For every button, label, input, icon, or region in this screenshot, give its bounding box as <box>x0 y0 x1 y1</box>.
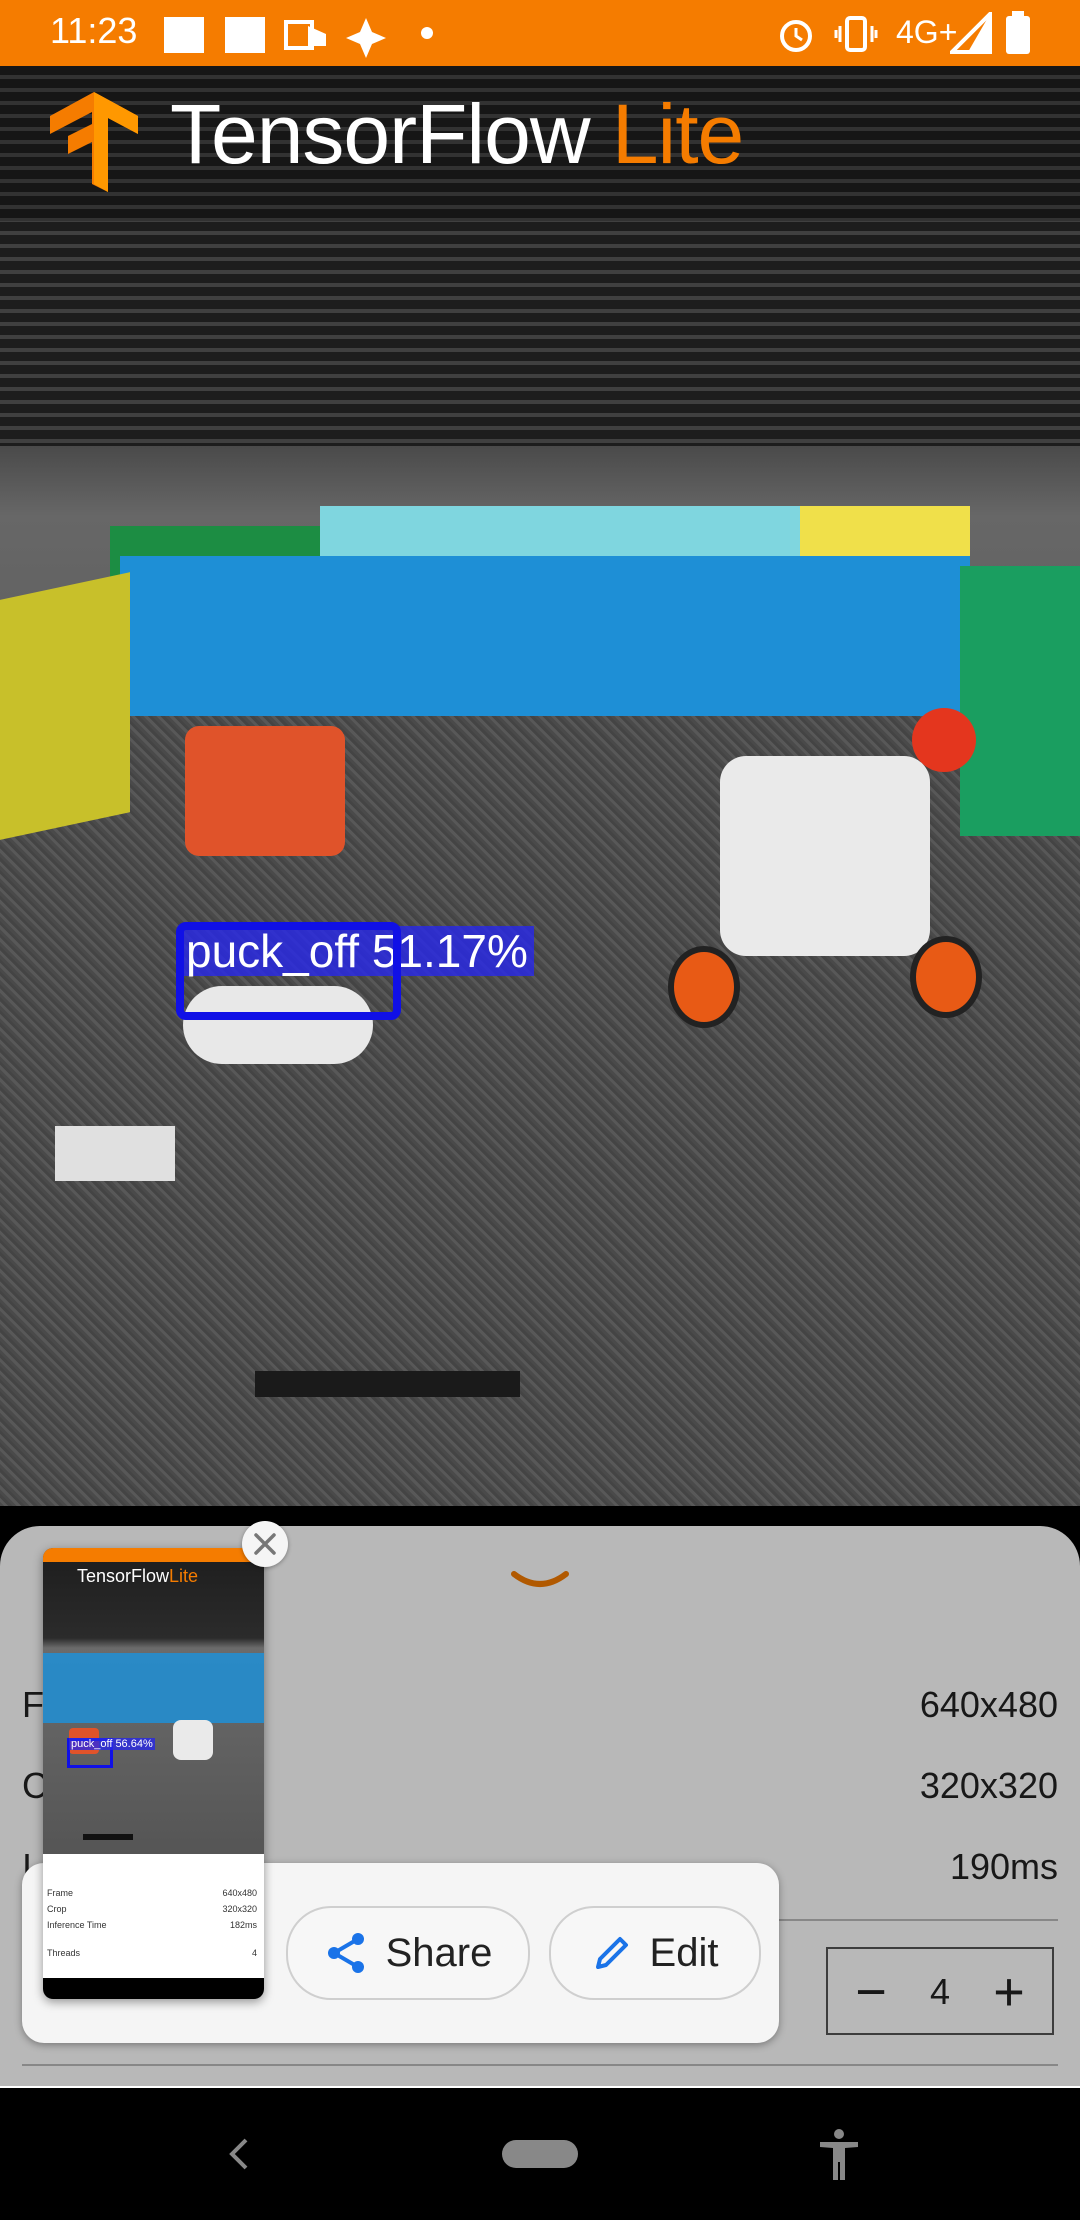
navigation-bar <box>0 2088 1080 2220</box>
share-button[interactable]: Share <box>286 1906 530 2000</box>
thumbnail-logo: TensorFlowLite <box>77 1566 198 1587</box>
status-time: 11:23 <box>50 10 138 51</box>
arena-wall <box>0 572 130 840</box>
screenshot-thumbnail[interactable]: TensorFlowLite puck_off 56.64% Frame 640x… <box>43 1548 264 1999</box>
thumbnail-logo-accent: Lite <box>169 1566 199 1586</box>
arena-wall <box>120 556 970 716</box>
arena-wall <box>960 566 1080 836</box>
thumbnail-status-bar <box>43 1548 264 1562</box>
close-icon <box>254 1533 276 1555</box>
dot-icon <box>421 27 433 39</box>
thumbnail-row-label: Threads <box>47 1948 81 1958</box>
thumbnail-row-value: 182ms <box>229 1920 257 1930</box>
edit-label: Edit <box>649 1930 719 1975</box>
thumbnail-logo-main: TensorFlow <box>77 1566 170 1586</box>
alarm-icon <box>780 20 812 52</box>
logo-accent-text: Lite <box>611 87 744 181</box>
home-pill-icon[interactable] <box>502 2140 578 2168</box>
status-bar: 11:23 4G+ <box>0 0 1080 66</box>
app-logo-text: TensorFlow Lite <box>170 86 744 183</box>
thumbnail-detection-label: puck_off 56.64% <box>69 1738 155 1750</box>
thumbnail-tape <box>83 1834 133 1840</box>
thumbnail-row-value: 4 <box>251 1948 257 1958</box>
vibrate-icon <box>834 16 878 52</box>
accessibility-icon[interactable] <box>816 2128 862 2182</box>
thumbnail-row-value: 320x320 <box>222 1904 257 1914</box>
notification-square-icon <box>164 17 204 53</box>
tensorflow-logo-icon <box>50 92 138 192</box>
notification-square-icon <box>225 17 265 53</box>
robot-wheel <box>910 936 982 1018</box>
thumbnail-row-label: Inference Time <box>47 1920 107 1930</box>
thumbnail-robot <box>173 1720 213 1760</box>
robot <box>720 756 930 956</box>
pinwheel-icon <box>346 18 386 58</box>
share-icon <box>327 1933 364 1973</box>
battery-icon <box>1006 11 1030 54</box>
thumbnail-row: Crop 320x320 <box>47 1904 259 1914</box>
edit-button[interactable]: Edit <box>549 1906 761 2000</box>
signal-icon <box>950 12 992 54</box>
white-bracket <box>55 1126 175 1181</box>
thumbnail-arena-wall <box>43 1653 264 1723</box>
logo-main-text: TensorFlow <box>170 87 590 181</box>
thumbnail-row: Frame 640x480 <box>47 1888 259 1898</box>
share-label: Share <box>385 1930 493 1975</box>
camera-preview <box>0 66 1080 1506</box>
thumbnail-row: Inference Time 182ms <box>47 1920 259 1930</box>
thumbnail-row-label: Crop <box>47 1904 67 1914</box>
back-icon[interactable] <box>224 2136 252 2172</box>
black-tape <box>255 1371 520 1397</box>
close-button[interactable] <box>242 1521 288 1567</box>
pencil-icon <box>595 1937 628 1969</box>
detection-box <box>176 922 401 1020</box>
thumbnail-nav-bar <box>43 1978 264 1999</box>
network-type: 4G+ <box>896 14 958 50</box>
thumbnail-row-label: Frame <box>47 1888 74 1898</box>
orange-cylinder <box>185 726 345 856</box>
thumbnail-row: Threads 4 <box>47 1948 259 1958</box>
robot-wheel <box>668 946 740 1028</box>
thumbnail-row-value: 640x480 <box>222 1888 257 1898</box>
outlook-icon <box>284 20 326 50</box>
